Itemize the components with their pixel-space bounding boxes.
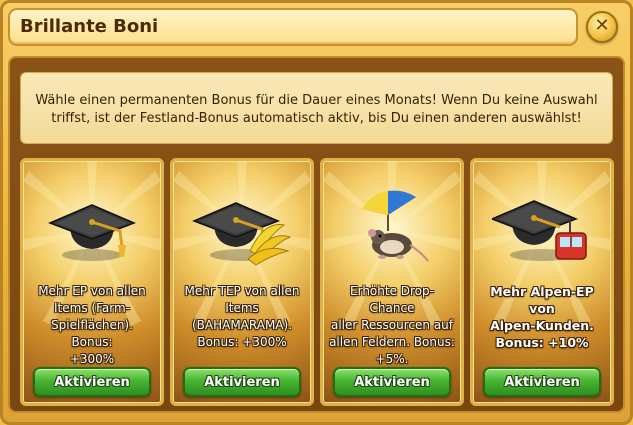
desc-line: Items (Farm- — [54, 301, 130, 315]
desc-line: Mehr EP von allen — [38, 284, 146, 298]
activate-button[interactable]: Aktivieren — [33, 367, 151, 397]
intro-text: Wähle einen permanenten Bonus für die Da… — [21, 92, 612, 128]
desc-line: Bonus: +300% — [197, 335, 287, 349]
desc-line: +300% — [69, 352, 115, 366]
desc-line: +5%. — [375, 352, 409, 366]
activate-button-label: Aktivieren — [204, 375, 280, 390]
intro-box: Wähle einen permanenten Bonus für die Da… — [20, 72, 613, 144]
bonus-card-ep: Mehr EP von allen Items (Farm- Spielfläc… — [20, 158, 164, 406]
desc-line: allen Feldern. Bonus: — [329, 335, 455, 349]
desc-line: (BAHAMARAMA). — [191, 318, 293, 332]
bonus-description: Mehr TEP von allen Items (BAHAMARAMA). B… — [179, 283, 305, 351]
dialog-title: Brillante Boni — [20, 16, 159, 37]
bonus-card-drop: Erhöhte Drop-Chance aller Ressourcen auf… — [320, 158, 464, 406]
desc-line: Spielflächen). Bonus: — [51, 318, 133, 349]
desc-line: Items — [225, 301, 259, 315]
close-button[interactable]: ✕ — [586, 11, 618, 43]
desc-line: Bonus: +10% — [495, 335, 589, 350]
bonus-description: Erhöhte Drop-Chance aller Ressourcen auf… — [329, 283, 455, 368]
bonus-description: Mehr EP von allen Items (Farm- Spielfläc… — [29, 283, 155, 368]
activate-button[interactable]: Aktivieren — [333, 367, 451, 397]
bonus-card-tep: Mehr TEP von allen Items (BAHAMARAMA). B… — [170, 158, 314, 406]
bonus-card-alpen: Mehr Alpen-EP von Alpen-Kunden. Bonus: +… — [470, 158, 614, 406]
desc-line: Alpen-Kunden. — [490, 318, 594, 333]
bonus-description: Mehr Alpen-EP von Alpen-Kunden. Bonus: +… — [479, 283, 605, 351]
activate-button[interactable]: Aktivieren — [183, 367, 301, 397]
activate-button-label: Aktivieren — [54, 375, 130, 390]
desc-line: Erhöhte Drop-Chance — [350, 284, 434, 315]
desc-line: aller Ressourcen auf — [330, 318, 454, 332]
intro-line-1: Wähle einen permanenten Bonus für die Da… — [35, 93, 598, 108]
graduation-cap-bananas-icon — [192, 202, 292, 266]
close-icon: ✕ — [594, 15, 610, 36]
desc-line: Mehr Alpen-EP von — [490, 284, 594, 316]
activate-button-label: Aktivieren — [354, 375, 430, 390]
graduation-cap-icon — [48, 204, 136, 261]
intro-line-2: triffst, ist der Festland-Bonus automati… — [51, 111, 582, 126]
activate-button-label: Aktivieren — [504, 375, 580, 390]
mouse-umbrella-icon — [362, 190, 429, 262]
activate-button[interactable]: Aktivieren — [483, 367, 601, 397]
title-bar: Brillante Boni — [8, 8, 578, 46]
desc-line: Mehr TEP von allen — [184, 284, 300, 298]
graduation-cap-gondola-icon — [492, 200, 587, 261]
